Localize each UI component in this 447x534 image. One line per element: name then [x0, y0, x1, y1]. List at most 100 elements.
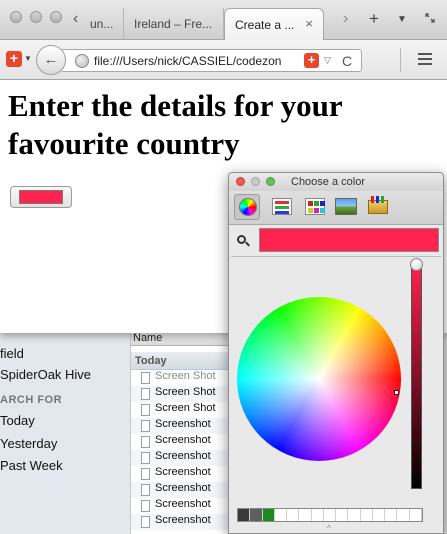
picker-zoom-button[interactable]: [266, 177, 275, 186]
tab-scroll-right-icon[interactable]: ›: [343, 10, 348, 28]
picker-divider: [231, 256, 441, 257]
crayons-mode-button[interactable]: [365, 194, 391, 220]
tab-list-icon[interactable]: ▼: [397, 14, 407, 25]
tab-ireland[interactable]: Ireland – Fre...: [124, 8, 224, 40]
list-item[interactable]: Screenshot: [131, 482, 230, 498]
addon-button[interactable]: + ▼: [6, 51, 34, 69]
palette-icon: [305, 198, 325, 215]
url-bar[interactable]: file:///Users/nick/CASSIEL/codezon + ▽ C: [62, 49, 362, 72]
swatch-cell[interactable]: [372, 509, 386, 521]
file-name: Screen Shot: [155, 386, 216, 398]
finder-sidebar: field SpiderOak Hive ARCH FOR Today Yest…: [0, 330, 130, 534]
color-input[interactable]: [10, 186, 72, 208]
swatch-cell[interactable]: [238, 509, 251, 521]
current-color-swatch[interactable]: [259, 228, 439, 252]
file-icon: [141, 452, 150, 464]
picker-minimize-button[interactable]: [251, 177, 260, 186]
swatch-cell[interactable]: [299, 509, 312, 521]
swatch-cell[interactable]: [287, 509, 300, 521]
magnifier-icon[interactable]: [237, 235, 250, 247]
sidebar-item-field[interactable]: field: [0, 346, 24, 361]
group-header-today[interactable]: Today: [131, 352, 230, 370]
list-item[interactable]: Screen Shot: [131, 370, 230, 386]
tab-label: un...: [90, 17, 114, 31]
swatch-cell[interactable]: [262, 509, 275, 521]
swatch-cell[interactable]: [323, 509, 337, 521]
hamburger-menu-icon[interactable]: [418, 53, 432, 65]
swatch-cell[interactable]: [385, 509, 398, 521]
custom-swatches: [237, 508, 423, 522]
url-text[interactable]: file:///Users/nick/CASSIEL/codezon: [94, 54, 304, 68]
list-item[interactable]: Screen Shot: [131, 402, 230, 418]
file-icon: [141, 516, 150, 528]
swatch-cell[interactable]: [360, 509, 373, 521]
tab-close-icon[interactable]: ×: [305, 16, 313, 31]
reload-icon[interactable]: C: [342, 53, 352, 69]
tab-create[interactable]: Create a ... ×: [224, 8, 324, 40]
list-item[interactable]: Screenshot: [131, 498, 230, 514]
url-history-dropdown-icon[interactable]: ▽: [324, 55, 331, 66]
file-name: Screenshot: [155, 514, 211, 526]
swatch-cell[interactable]: [409, 509, 422, 521]
color-wheel-icon: [239, 198, 257, 216]
picker-mode-toolbar: [229, 191, 443, 225]
list-item[interactable]: Screenshot: [131, 418, 230, 434]
toolbar-divider: [400, 48, 401, 72]
color-wheel[interactable]: [237, 297, 401, 461]
file-icon: [141, 484, 150, 496]
file-icon: [141, 404, 150, 416]
addon-plus-icon: +: [6, 51, 22, 67]
addon-plus-icon[interactable]: +: [304, 53, 319, 68]
navigation-bar: + ▼ file:///Users/nick/CASSIEL/codezon +…: [0, 40, 447, 80]
brightness-slider-thumb[interactable]: [410, 258, 423, 271]
color-wheel-marker[interactable]: [394, 390, 399, 395]
swatch-cell[interactable]: [348, 509, 361, 521]
file-icon: [141, 500, 150, 512]
swatch-cell[interactable]: [250, 509, 263, 521]
swatch-cell[interactable]: [311, 509, 324, 521]
sidebar-item-today[interactable]: Today: [0, 413, 35, 428]
globe-icon[interactable]: [75, 54, 89, 68]
image-icon: [335, 198, 357, 215]
sliders-icon: [272, 198, 292, 215]
file-name: Screen Shot: [155, 402, 216, 414]
image-palettes-mode-button[interactable]: [333, 194, 359, 220]
color-wheel-mode-button[interactable]: [234, 194, 260, 220]
zoom-window-button[interactable]: [50, 11, 62, 23]
sidebar-item-past-week[interactable]: Past Week: [0, 458, 63, 473]
new-tab-button[interactable]: +: [369, 9, 379, 29]
page-title: Enter the details for your favourite cou…: [8, 88, 343, 161]
color-picker-panel: Choose a color ^: [228, 172, 444, 534]
color-sliders-mode-button[interactable]: [269, 194, 295, 220]
color-palettes-mode-button[interactable]: [302, 194, 328, 220]
swatch-cell[interactable]: [274, 509, 288, 521]
tab-scroll-left-icon[interactable]: ‹: [73, 10, 78, 28]
list-item[interactable]: Screenshot: [131, 514, 230, 530]
list-item[interactable]: Screenshot: [131, 466, 230, 482]
swatch-resize-grip-icon[interactable]: ^: [327, 524, 331, 533]
fullscreen-icon[interactable]: [425, 13, 435, 23]
picker-titlebar: Choose a color: [229, 173, 443, 191]
sidebar-item-yesterday[interactable]: Yesterday: [0, 436, 57, 451]
file-icon: [141, 436, 150, 448]
swatch-cell[interactable]: [336, 509, 349, 521]
minimize-window-button[interactable]: [30, 11, 42, 23]
list-item[interactable]: Screenshot: [131, 450, 230, 466]
brightness-slider[interactable]: [411, 261, 422, 489]
list-item[interactable]: Screenshot: [131, 434, 230, 450]
file-icon: [141, 420, 150, 432]
back-button[interactable]: ←: [36, 45, 66, 75]
crayon-box-icon: [368, 196, 388, 214]
sidebar-section-search-for: ARCH FOR: [0, 394, 63, 406]
picker-close-button[interactable]: [236, 177, 245, 186]
close-window-button[interactable]: [10, 11, 22, 23]
file-icon: [141, 372, 150, 384]
tab-unknown[interactable]: un...: [86, 8, 124, 40]
sidebar-item-spideroak-hive[interactable]: SpiderOak Hive: [0, 367, 91, 382]
file-rows: Screen Shot Screen Shot Screen Shot Scre…: [131, 370, 230, 530]
file-name: Screenshot: [155, 450, 211, 462]
list-item[interactable]: Screen Shot: [131, 386, 230, 402]
tab-bar: ‹ un... Ireland – Fre... Create a ... × …: [0, 0, 447, 40]
swatch-cell[interactable]: [397, 509, 410, 521]
picker-title: Choose a color: [291, 176, 365, 188]
